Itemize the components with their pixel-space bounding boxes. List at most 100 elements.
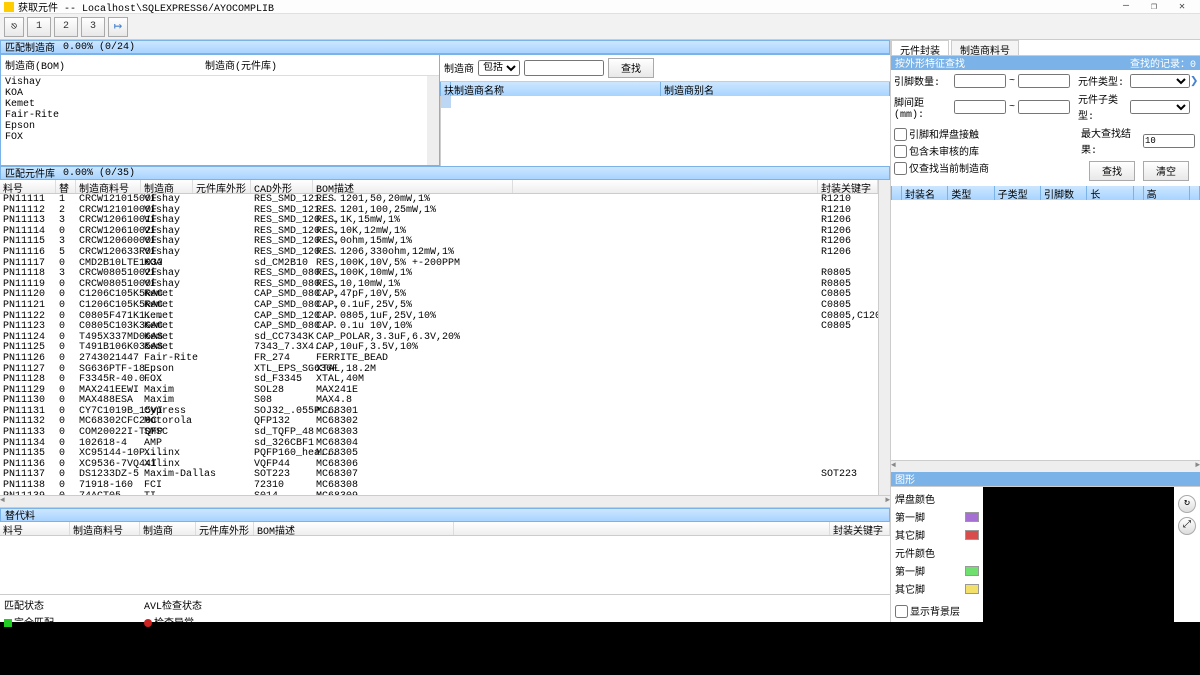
comp-type-select[interactable] <box>1130 74 1190 88</box>
table-row[interactable]: PN111200C1206C105K5RACKemetCAP_SMD_080..… <box>0 289 878 300</box>
manufacturer-item[interactable]: KOA <box>5 88 423 99</box>
zoom-fit-icon[interactable]: ⤢ <box>1178 517 1196 535</box>
package-col[interactable] <box>892 186 902 200</box>
table-row[interactable]: PN111170CMD2B10LTE103JKOAsd_CM2B10RES,10… <box>0 258 878 269</box>
col-mfrpartno[interactable]: 制造商料号 <box>76 180 141 193</box>
tab-component-package[interactable]: 元件封装 <box>891 40 949 55</box>
check-show-bg[interactable] <box>895 605 908 618</box>
substitute-table-body[interactable] <box>0 536 890 594</box>
table-row[interactable]: PN111183CRCW08051002FVishayRES_SMD_080..… <box>0 268 878 279</box>
package-grid-hscroll[interactable]: ◄► <box>891 460 1200 472</box>
max-result-input[interactable] <box>1143 134 1195 148</box>
toolbar-button-1[interactable]: 1 <box>27 17 51 37</box>
table-row[interactable]: PN111360XC9536-7VQ44IXilinxVQFP44MC68306 <box>0 459 878 470</box>
table-row[interactable]: PN111230C0805C103K3GACKemetCAP_SMD_080..… <box>0 321 878 332</box>
open-icon[interactable]: ⎋ <box>4 17 24 37</box>
table-row[interactable]: PN1112602743021447Fair-RiteFR_274FERRITE… <box>0 353 878 364</box>
minimize-button[interactable]: — <box>1112 1 1140 12</box>
form-expand-icon[interactable]: ❯ <box>1190 73 1198 90</box>
pitch-min[interactable] <box>954 100 1006 114</box>
col-mfr[interactable]: 制造商 <box>141 180 193 193</box>
check-pin-pad-contact[interactable] <box>894 128 907 141</box>
manufacturer-item[interactable]: Kemet <box>5 99 423 110</box>
close-button[interactable]: ✕ <box>1168 1 1196 13</box>
table-row[interactable]: PN111270SG636PTF-18...EpsonXTL_EPS_SG636… <box>0 364 878 375</box>
package-col[interactable]: 引脚数量 <box>1041 186 1087 200</box>
table-row[interactable]: PN111165CRCW120633R0FVishayRES_SMD_120..… <box>0 247 878 258</box>
component-table-body[interactable]: PN111111CRCW12101500FVishayRES_SMD_121..… <box>0 194 878 495</box>
package-grid-body[interactable] <box>891 200 1200 460</box>
table-row[interactable]: PN111220C0805F471K1...KemetCAP_SMD_120..… <box>0 311 878 322</box>
col-cadshape[interactable]: CAD外形 <box>251 180 313 193</box>
pin-count-min[interactable] <box>954 74 1006 88</box>
refresh-icon[interactable]: ↻ <box>1178 495 1196 513</box>
table-row[interactable]: PN111340102618-4AMPsd_326CBF1MC68304 <box>0 438 878 449</box>
toolbar-button-3[interactable]: 3 <box>81 17 105 37</box>
pin-count-max[interactable] <box>1018 74 1070 88</box>
search-mode-select[interactable]: 包括 <box>478 60 520 76</box>
manufacturer-list[interactable]: VishayKOAKemetFair-RiteEpsonFOX <box>1 76 439 165</box>
table-row[interactable]: PN111320MC68302CFC20CMotorolaQFP132MC683… <box>0 416 878 427</box>
mfr-col-lib: 制造商(元件库) <box>205 57 277 73</box>
check-include-unreviewed[interactable] <box>894 145 907 158</box>
toolbar-button-2[interactable]: 2 <box>54 17 78 37</box>
pad-other-swatch[interactable] <box>965 530 979 540</box>
comp-subtype-select[interactable] <box>1130 100 1190 114</box>
package-col[interactable]: 长 <box>1087 186 1133 200</box>
table-row[interactable]: PN111280F3345R-40.0...FOXsd_F3345XTAL,40… <box>0 374 878 385</box>
shape-search-form: 引脚数量: ~ 元件类型: 脚间距(mm): ~ 元件子类型: ❯ <box>891 70 1200 186</box>
table-row[interactable]: PN111122CRCW12101000FVishayRES_SMD_121..… <box>0 205 878 216</box>
search-input[interactable] <box>524 60 604 76</box>
table-row[interactable]: PN111290MAX241EEWIMaximSOL28MAX241E <box>0 385 878 396</box>
component-table-hscroll[interactable]: ◄► <box>0 495 890 507</box>
package-col[interactable] <box>1134 186 1144 200</box>
search-results-grid[interactable] <box>440 96 890 166</box>
col-libshape[interactable]: 元件库外形 <box>193 180 251 193</box>
sub-col-mfrpartno[interactable]: 制造商料号 <box>70 522 140 535</box>
package-col[interactable]: 类型 <box>948 186 994 200</box>
col-pkgkey[interactable]: 封装关键字 <box>818 180 878 193</box>
maximize-button[interactable]: ❐ <box>1140 1 1168 13</box>
package-col[interactable]: 子类型 <box>995 186 1041 200</box>
clear-button[interactable]: 清空 <box>1143 161 1189 181</box>
col-partno[interactable]: 料号 <box>0 180 56 193</box>
package-col[interactable]: 封装名称 <box>902 186 948 200</box>
sub-col-mfr[interactable]: 制造商 <box>140 522 196 535</box>
table-row[interactable]: PN111370DS1233DZ-5Maxim-DallasSOT223MC68… <box>0 469 878 480</box>
col-bomdesc[interactable]: BOM描述 <box>313 180 513 193</box>
comp-other-swatch[interactable] <box>965 584 979 594</box>
table-row[interactable]: PN111310CY7C1019B_15VICypressSOJ32_.055P… <box>0 406 878 417</box>
pad-first-swatch[interactable] <box>965 512 979 522</box>
sub-col-libshape[interactable]: 元件库外形 <box>196 522 254 535</box>
package-col[interactable] <box>1190 186 1200 200</box>
manufacturer-item[interactable]: Epson <box>5 121 423 132</box>
comp-first-swatch[interactable] <box>965 566 979 576</box>
tab-mfr-partno[interactable]: 制造商料号 <box>951 40 1019 55</box>
table-row[interactable]: PN111190CRCW08051000FVishayRES_SMD_080..… <box>0 279 878 290</box>
manufacturer-item[interactable]: Fair-Rite <box>5 110 423 121</box>
table-row[interactable]: PN111330COM20022I-TQFPSMSCsd_TQFP_48MC68… <box>0 427 878 438</box>
search-button[interactable]: 查找 <box>608 58 654 78</box>
table-row[interactable]: PN111210C1206C105K5RACKemetCAP_SMD_080..… <box>0 300 878 311</box>
check-current-mfr-only[interactable] <box>894 162 907 175</box>
table-row[interactable]: PN111240T495X337MD06ASKemetsd_CC7343KCAP… <box>0 332 878 343</box>
table-row[interactable]: PN11138071918-160FCI72310MC68308 <box>0 480 878 491</box>
table-row[interactable]: PN111133CRCW12061001FVishayRES_SMD_120..… <box>0 215 878 226</box>
table-row[interactable]: PN111350XC95144-10P...XilinxPQFP160_hea.… <box>0 448 878 459</box>
col-alt[interactable]: 替 <box>56 180 76 193</box>
manufacturer-item[interactable]: Vishay <box>5 77 423 88</box>
component-table-scrollbar[interactable] <box>878 180 890 495</box>
table-row[interactable]: PN111300MAX488ESAMaximS08MAX4.8 <box>0 395 878 406</box>
table-row[interactable]: PN111153CRCW12060000FVishayRES_SMD_120..… <box>0 236 878 247</box>
package-col[interactable]: 高 <box>1144 186 1190 200</box>
find-button[interactable]: 查找 <box>1089 161 1135 181</box>
sub-col-bomdesc[interactable]: BOM描述 <box>254 522 454 535</box>
sub-col-pkgkey[interactable]: 封装关键字 <box>830 522 890 535</box>
table-row[interactable]: PN111111CRCW12101500FVishayRES_SMD_121..… <box>0 194 878 205</box>
sub-col-partno[interactable]: 料号 <box>0 522 70 535</box>
table-row[interactable]: PN111250T491B106K035ASKemet7343_7.3X4...… <box>0 342 878 353</box>
exit-icon[interactable]: ↦ <box>108 17 128 37</box>
table-row[interactable]: PN111140CRCW12061002FVishayRES_SMD_120..… <box>0 226 878 237</box>
manufacturer-item[interactable]: FOX <box>5 132 423 143</box>
pitch-max[interactable] <box>1018 100 1070 114</box>
